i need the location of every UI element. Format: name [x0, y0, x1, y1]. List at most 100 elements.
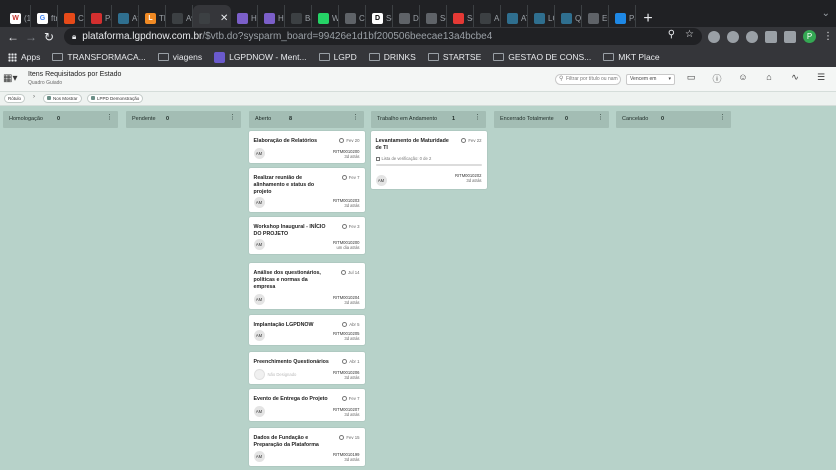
tab-search-icon[interactable]: ⌄ — [822, 8, 830, 19]
sort-select[interactable]: Vencem em ▾ — [626, 74, 675, 85]
lane-title: Aberto — [255, 116, 272, 122]
avatar[interactable]: AM — [253, 330, 265, 341]
board-title: Itens Requisitados por Estado — [28, 71, 122, 78]
chat-icon[interactable]: ▭ — [686, 72, 696, 85]
bookmark-star-icon[interactable]: ☆ — [685, 29, 694, 40]
members-icon[interactable]: ☺ — [738, 72, 748, 85]
lane-title: Cancelado — [622, 116, 649, 122]
extension-icon[interactable] — [708, 30, 720, 43]
tab-title: Seg — [467, 14, 473, 23]
task-card[interactable]: Workshop Inaugural - INÍCIO DO PROJETO Fe… — [248, 217, 365, 254]
bookmark-folder[interactable]: MKT Place — [603, 52, 660, 62]
more-options-icon[interactable]: ⋮ — [597, 114, 604, 122]
more-options-icon[interactable]: ⋮ — [229, 114, 236, 122]
google-icon: G — [37, 13, 48, 24]
more-options-icon[interactable]: ⋮ — [352, 114, 359, 122]
url-host: plataforma.lgpdnow.com.br — [82, 31, 203, 42]
task-card[interactable]: Elaboração de Relatórios Fev 20 AM RITM0010… — [248, 131, 365, 163]
avatar[interactable]: AM — [253, 148, 265, 159]
search-icon[interactable]: ⚲ — [668, 29, 675, 40]
clock-icon — [341, 270, 347, 275]
task-card[interactable]: Implantação LGPDNOW Abr 5 AM RITM0010205 3d … — [248, 315, 365, 345]
app-icon — [345, 13, 356, 24]
tag-icon[interactable]: ⌂ — [764, 72, 774, 85]
folder-icon — [157, 53, 169, 61]
board-menu-icon[interactable]: ▦▾ — [3, 73, 17, 84]
checklist-text: Lista de verificação: 0 de 2 — [381, 156, 432, 161]
task-card[interactable]: Preenchimento Questionários Abr 1 Não Desi… — [248, 352, 365, 384]
clock-icon — [341, 396, 347, 401]
settings-sliders-icon[interactable]: ☰ — [816, 72, 826, 85]
extension-icon[interactable] — [746, 30, 758, 43]
sort-select-value: Vencem em — [630, 76, 657, 82]
avatar-empty[interactable] — [253, 369, 265, 380]
due-date: Abr 5 — [342, 322, 360, 327]
tab-title: Co — [78, 14, 84, 23]
more-options-icon[interactable]: ⋮ — [719, 114, 726, 122]
folder-icon — [427, 53, 439, 61]
bookmark-folder[interactable]: LGPD — [318, 52, 357, 62]
due-date: Fev 7 — [341, 396, 360, 401]
address-bar[interactable]: 🔒︎ plataforma.lgpdnow.com.br/$vtb.do?sys… — [64, 28, 702, 45]
bookmark-link[interactable]: LGPDNOW - Ment... — [214, 51, 307, 63]
chevron-down-icon: ▾ — [668, 76, 671, 82]
close-icon[interactable]: ✕ — [220, 13, 228, 24]
avatar[interactable]: AM — [253, 406, 265, 417]
filter-chip[interactable]: LPPD Demonstração — [87, 94, 144, 103]
more-options-icon[interactable]: ⋮ — [106, 114, 113, 122]
bookmark-folder[interactable]: GESTAO DE CONS... — [493, 52, 591, 62]
profile-avatar[interactable]: P — [803, 30, 816, 43]
lane-header[interactable]: Homologação 0 ⋮ — [3, 111, 118, 128]
bookmark-apps[interactable]: Apps — [8, 52, 40, 62]
more-options-icon[interactable]: ⋮ — [474, 114, 481, 122]
updated-ago: 3d atrás — [344, 412, 360, 417]
bookmarks-bar: Apps TRANSFORMACA... viagens LGPDNOW - M… — [0, 47, 836, 67]
url-path: /$vtb.do?sysparm_board=99426e1d1bf200506… — [202, 31, 493, 42]
card-title: Preenchimento Questionários — [253, 359, 329, 365]
filter-input[interactable]: Filtrar por título ou nam — [555, 74, 621, 85]
lane-header[interactable]: Aberto 8 ⋮ — [249, 111, 364, 128]
avatar[interactable]: AM — [375, 175, 387, 186]
reload-icon[interactable]: ↻ — [40, 30, 58, 44]
board-filter-bar: Rótulo › Nos Mostrar LPPD Demonstração — [0, 92, 836, 106]
bookmark-folder[interactable]: viagens — [157, 52, 202, 62]
lane-count: 0 — [661, 116, 665, 122]
task-card[interactable]: Dados de Fundação e Preparação da Plataf… — [248, 428, 365, 466]
forward-arrow-icon[interactable]: → — [22, 30, 40, 44]
chip-icon — [47, 96, 51, 100]
tab-title: Pa — [105, 14, 111, 23]
avatar[interactable]: AM — [253, 197, 265, 208]
bookmark-folder[interactable]: TRANSFORMACA... — [52, 52, 146, 62]
d-icon: D — [372, 13, 383, 24]
bookmark-folder[interactable]: DRINKS — [368, 52, 416, 62]
due-date-text: Fev 3 — [348, 224, 360, 229]
task-card[interactable]: Levantamento de Maturidade de TI Fev 22 AM… — [370, 131, 487, 189]
card-title: Evento de Entrega do Projeto — [253, 396, 328, 402]
lane-header[interactable]: Encerrado Totalmente 0 ⋮ — [494, 111, 609, 128]
avatar[interactable]: AM — [253, 451, 265, 462]
info-icon[interactable]: ⓘ — [712, 72, 722, 85]
lane-header[interactable]: Trabalho em Andamento 1 ⋮ — [371, 111, 486, 128]
due-date-text: Fev 7 — [348, 175, 360, 180]
extension-icon[interactable] — [784, 30, 796, 43]
task-card[interactable]: Evento de Entrega do Projeto Fev 7 AM RITM0… — [248, 389, 365, 421]
tab-title: Qu — [575, 14, 582, 23]
tab-title: Ha — [278, 14, 284, 23]
bookmark-folder[interactable]: STARTSE — [427, 52, 481, 62]
task-card[interactable]: Análise dos questionários, políticas e n… — [248, 263, 365, 309]
lane-header[interactable]: Pendente 0 ⋮ — [126, 111, 241, 128]
label-chip[interactable]: Rótulo — [4, 94, 26, 103]
browser-menu-icon[interactable]: ⋮ — [823, 31, 833, 42]
extension-icon[interactable] — [765, 30, 777, 43]
avatar[interactable]: AM — [253, 294, 265, 305]
lane-header[interactable]: Cancelado 0 ⋮ — [616, 111, 731, 128]
lane-title: Pendente — [132, 116, 156, 122]
task-card[interactable]: Realizar reunião de alinhamento e status… — [248, 168, 365, 212]
back-arrow-icon[interactable]: ← — [4, 30, 22, 44]
apps-grid-icon — [8, 52, 17, 62]
extension-icon[interactable] — [727, 30, 739, 43]
due-date-text: Abr 5 — [349, 322, 360, 327]
filter-chip[interactable]: Nos Mostrar — [43, 94, 82, 103]
avatar[interactable]: AM — [253, 239, 265, 250]
activity-icon[interactable]: ∿ — [790, 72, 800, 85]
